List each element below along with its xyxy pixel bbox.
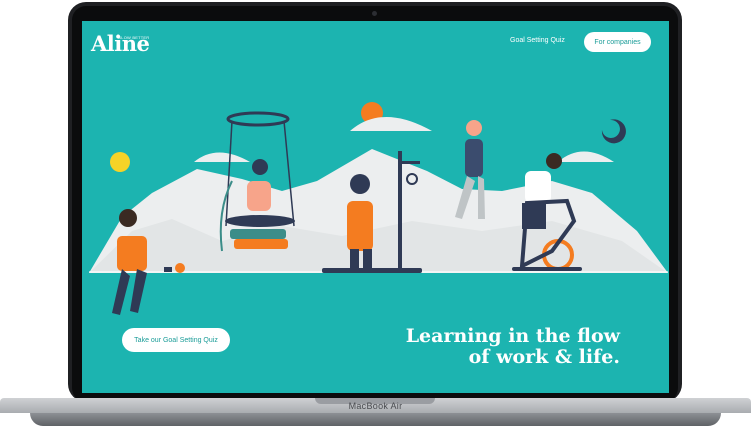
moon-icon <box>601 119 626 144</box>
laptop-frame: Aline GLOW BETTER Goal Setting Quiz For … <box>0 0 751 432</box>
sun-icon <box>110 152 130 172</box>
logo-tagline: GLOW BETTER <box>118 35 150 40</box>
camera-icon <box>372 11 377 16</box>
laptop-base: MacBook Air <box>0 398 751 432</box>
laptop-base-bottom <box>30 413 721 426</box>
hero-headline: Learning in the flow of work & life. <box>406 326 620 368</box>
website-screen: Aline GLOW BETTER Goal Setting Quiz For … <box>82 21 669 393</box>
hero-headline-line2: of work & life. <box>468 346 620 368</box>
model-label: MacBook Air <box>348 401 403 411</box>
nav-goal-setting-quiz[interactable]: Goal Setting Quiz <box>510 37 565 44</box>
for-companies-button[interactable]: For companies <box>584 32 651 52</box>
goal-quiz-cta-button[interactable]: Take our Goal Setting Quiz <box>122 328 230 352</box>
hero-headline-line1: Learning in the flow <box>405 325 620 347</box>
